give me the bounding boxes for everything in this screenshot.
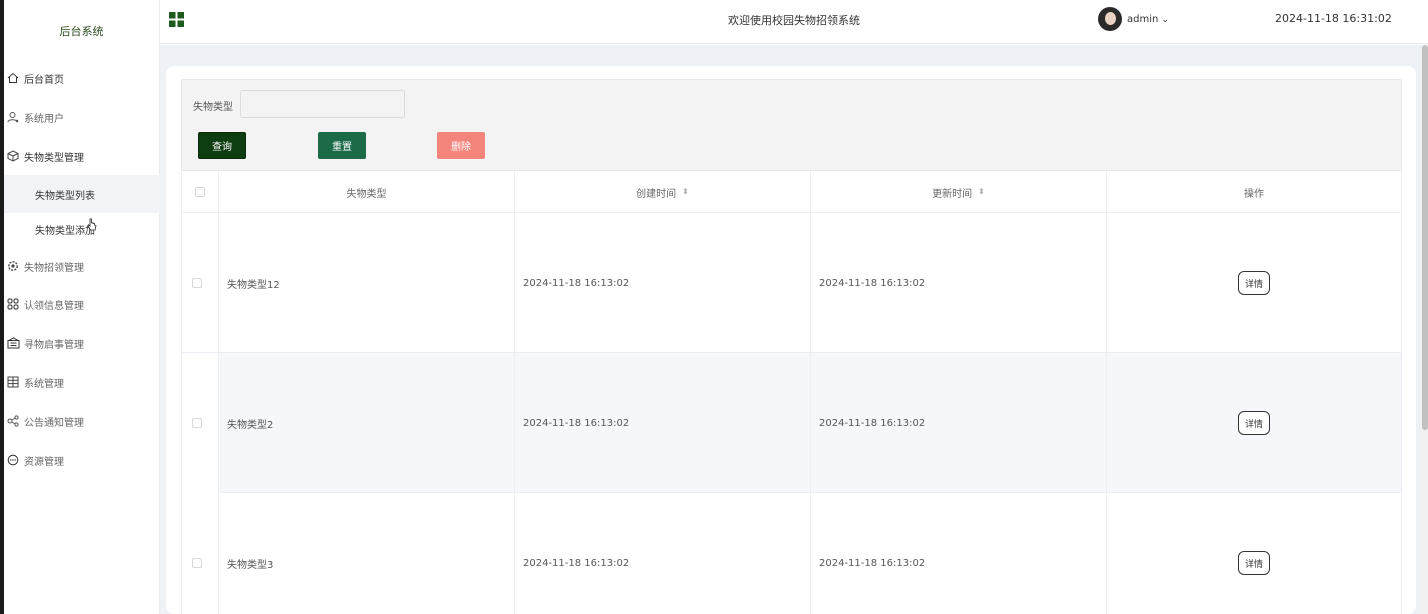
detail-button[interactable]: 详情 bbox=[1238, 271, 1270, 295]
cube-icon bbox=[6, 149, 20, 163]
cell-action: 详情 bbox=[1107, 493, 1401, 614]
sidebar: 后台系统 后台首页 系统用户 失物类型管理 失物类型列表 失物类型添加 失物招领… bbox=[4, 0, 160, 614]
cell-updated: 2024-11-18 16:13:02 bbox=[811, 353, 1107, 493]
scrollbar-thumb[interactable] bbox=[1422, 45, 1428, 430]
user-menu[interactable]: admin ⌄ bbox=[1127, 14, 1169, 25]
column-header-updated[interactable]: 更新时间 ⬍ bbox=[811, 171, 1107, 213]
cell-updated: 2024-11-18 16:13:02 bbox=[811, 493, 1107, 614]
sort-icon[interactable]: ⬍ bbox=[978, 188, 985, 196]
row-checkbox[interactable] bbox=[192, 418, 202, 428]
table-row: 失物类型12 2024-11-18 16:13:02 2024-11-18 16… bbox=[182, 213, 1401, 353]
avatar[interactable] bbox=[1098, 7, 1122, 31]
select-all-cell bbox=[182, 171, 219, 213]
sort-icon[interactable]: ⬍ bbox=[682, 188, 689, 196]
lost-type-search-input[interactable] bbox=[240, 90, 405, 118]
mouse-cursor-icon bbox=[87, 217, 97, 231]
table-row: 失物类型2 2024-11-18 16:13:02 2024-11-18 16:… bbox=[182, 353, 1401, 493]
table-row: 失物类型3 2024-11-18 16:13:02 2024-11-18 16:… bbox=[182, 493, 1401, 614]
reset-button[interactable]: 重置 bbox=[318, 132, 366, 159]
row-select-cell bbox=[182, 493, 219, 614]
row-select-cell bbox=[182, 213, 219, 353]
sidebar-item-lost-found-manage[interactable]: 失物招领管理 bbox=[4, 247, 160, 285]
column-header-label: 失物类型 bbox=[346, 188, 387, 200]
cell-created: 2024-11-18 16:13:02 bbox=[515, 213, 811, 353]
sidebar-item-label: 失物类型添加 bbox=[35, 225, 95, 237]
sidebar-item-label: 系统管理 bbox=[24, 378, 64, 390]
table-header: 失物类型 创建时间 ⬍ 更新时间 ⬍ 操作 bbox=[182, 171, 1401, 213]
column-header-created[interactable]: 创建时间 ⬍ bbox=[515, 171, 811, 213]
sidebar-item-label: 后台首页 bbox=[24, 74, 64, 86]
share-icon bbox=[6, 414, 20, 428]
query-button[interactable]: 查询 bbox=[198, 132, 246, 159]
detail-button[interactable]: 详情 bbox=[1238, 551, 1270, 575]
data-table: 失物类型 创建时间 ⬍ 更新时间 ⬍ 操作 失物类型12 2024-11-18 … bbox=[181, 171, 1402, 614]
sidebar-item-lost-type-manage[interactable]: 失物类型管理 bbox=[4, 137, 160, 175]
select-all-checkbox[interactable] bbox=[195, 187, 205, 197]
user-icon bbox=[6, 110, 20, 124]
sidebar-item-claim-manage[interactable]: 认领信息管理 bbox=[4, 285, 160, 323]
menu-toggle-icon[interactable] bbox=[169, 12, 185, 28]
sidebar-item-system-manage[interactable]: 系统管理 bbox=[4, 363, 160, 401]
sidebar-item-system-user[interactable]: 系统用户 bbox=[4, 98, 160, 136]
grid-icon bbox=[6, 375, 20, 389]
page-title: 欢迎使用校园失物招领系统 bbox=[728, 14, 860, 27]
logo-text: 后台系统 bbox=[59, 25, 104, 38]
sidebar-item-label: 认领信息管理 bbox=[24, 300, 84, 312]
detail-button[interactable]: 详情 bbox=[1238, 411, 1270, 435]
sidebar-item-search-notice-manage[interactable]: 寻物启事管理 bbox=[4, 324, 160, 362]
sidebar-item-label: 失物类型管理 bbox=[24, 152, 84, 164]
cell-created: 2024-11-18 16:13:02 bbox=[515, 493, 811, 614]
cell-type: 失物类型3 bbox=[219, 493, 515, 614]
chevron-down-icon: ⌄ bbox=[1161, 15, 1170, 25]
apps-icon bbox=[6, 297, 20, 311]
cell-type: 失物类型12 bbox=[219, 213, 515, 353]
sidebar-item-resource-manage[interactable]: 资源管理 bbox=[4, 441, 160, 479]
row-select-cell bbox=[182, 353, 219, 493]
delete-button[interactable]: 删除 bbox=[437, 132, 485, 159]
app-root: 后台系统 后台首页 系统用户 失物类型管理 失物类型列表 失物类型添加 失物招领… bbox=[0, 0, 1428, 614]
sidebar-item-label: 公告通知管理 bbox=[24, 417, 84, 429]
column-header-label: 操作 bbox=[1244, 188, 1264, 200]
cell-created: 2024-11-18 16:13:02 bbox=[515, 353, 811, 493]
column-header-label: 更新时间 bbox=[932, 188, 973, 200]
sidebar-item-label: 失物类型列表 bbox=[35, 190, 95, 202]
cell-updated: 2024-11-18 16:13:02 bbox=[811, 213, 1107, 353]
filter-label: 失物类型 bbox=[193, 102, 233, 113]
sidebar-item-label: 失物招领管理 bbox=[24, 262, 84, 274]
sidebar-item-label: 寻物启事管理 bbox=[24, 339, 84, 351]
gear-icon bbox=[6, 259, 20, 273]
row-checkbox[interactable] bbox=[192, 278, 202, 288]
filter-panel: 失物类型 查询 重置 删除 bbox=[181, 79, 1402, 171]
home-icon bbox=[6, 71, 20, 85]
cell-type: 失物类型2 bbox=[219, 353, 515, 493]
notice-board-icon bbox=[6, 336, 20, 350]
sidebar-item-announcement-manage[interactable]: 公告通知管理 bbox=[4, 402, 160, 440]
sidebar-item-label: 系统用户 bbox=[24, 113, 64, 125]
chat-icon bbox=[6, 453, 20, 467]
username: admin bbox=[1127, 14, 1159, 25]
column-header-action: 操作 bbox=[1107, 171, 1401, 213]
row-checkbox[interactable] bbox=[192, 558, 202, 568]
current-datetime: 2024-11-18 16:31:02 bbox=[1275, 12, 1392, 25]
cell-action: 详情 bbox=[1107, 353, 1401, 493]
top-header: 欢迎使用校园失物招领系统 admin ⌄ 2024-11-18 16:31:02 bbox=[160, 0, 1428, 44]
sidebar-item-lost-type-list[interactable]: 失物类型列表 bbox=[4, 175, 160, 213]
cell-action: 详情 bbox=[1107, 213, 1401, 353]
column-header-type: 失物类型 bbox=[219, 171, 515, 213]
column-header-label: 创建时间 bbox=[636, 188, 677, 200]
sidebar-item-home[interactable]: 后台首页 bbox=[4, 59, 160, 97]
page-scrollbar[interactable] bbox=[1422, 45, 1428, 614]
sidebar-item-label: 资源管理 bbox=[24, 456, 64, 468]
sidebar-item-lost-type-add[interactable]: 失物类型添加 bbox=[4, 210, 160, 248]
